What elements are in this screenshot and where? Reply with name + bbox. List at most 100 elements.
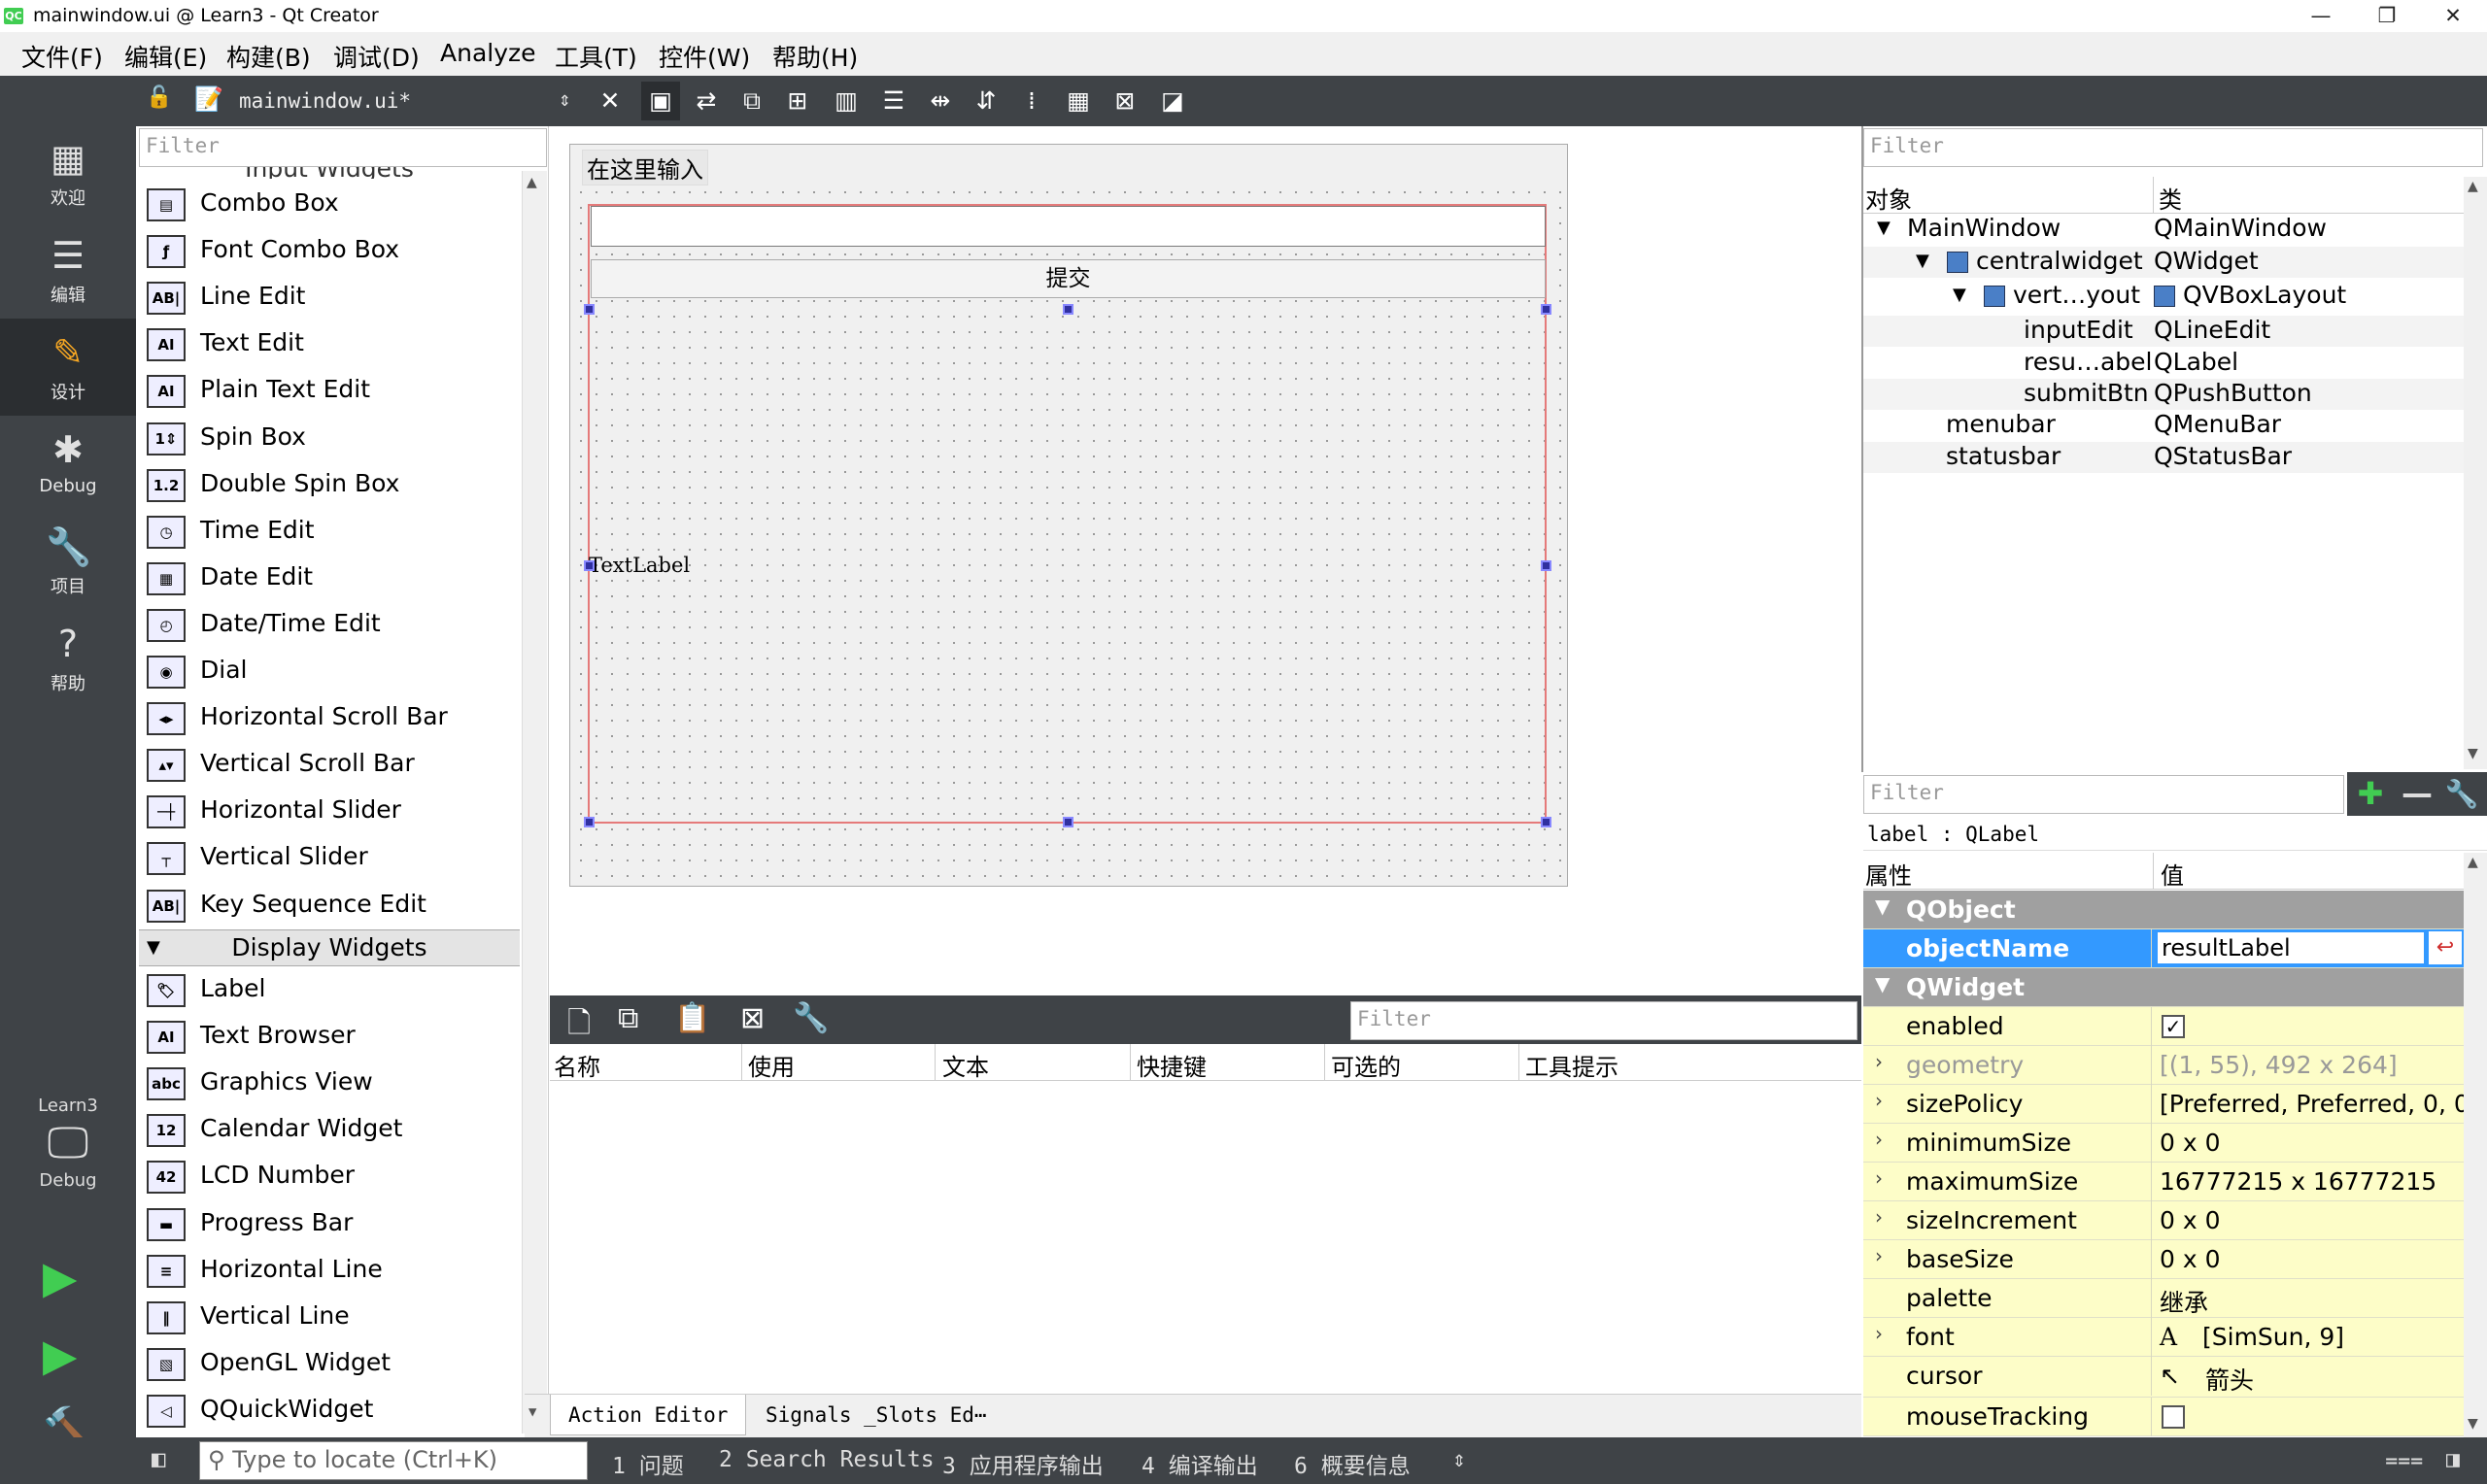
- locator-input[interactable]: ⚲ Type to locate (Ctrl+K): [199, 1441, 588, 1480]
- configure-icon[interactable]: 🔧: [793, 1001, 829, 1035]
- col-shortcut[interactable]: 快捷键: [1137, 1048, 1207, 1082]
- pane-application-output[interactable]: 3 应用程序输出: [942, 1447, 1104, 1480]
- input-edit[interactable]: [591, 206, 1546, 247]
- widget-item[interactable]: AI Text Browser: [141, 1013, 520, 1060]
- col-value[interactable]: 值: [2161, 857, 2184, 891]
- widget-item[interactable]: AI Plain Text Edit: [141, 367, 520, 414]
- widget-item[interactable]: ▧ OpenGL Widget: [141, 1340, 520, 1387]
- minimize-button[interactable]: —: [2288, 0, 2354, 32]
- resize-handle[interactable]: [584, 304, 595, 315]
- pane-compile-output[interactable]: 4 编译输出: [1141, 1447, 1258, 1480]
- splitter-horizontal-icon[interactable]: ⇹: [921, 82, 960, 120]
- pane-issues[interactable]: 1 问题: [612, 1447, 684, 1480]
- toggle-sidebar-icon[interactable]: ◧: [152, 1445, 165, 1472]
- prop-geometry[interactable]: › geometry [(1, 55), 492 x 264]: [1863, 1046, 2464, 1085]
- menu-file[interactable]: 文件(F): [21, 39, 103, 74]
- pane-general-messages[interactable]: 6 概要信息: [1294, 1447, 1411, 1480]
- prop-minimumsize[interactable]: › minimumSize 0 x 0: [1863, 1124, 2464, 1163]
- break-layout-icon[interactable]: ⊠: [1106, 82, 1144, 120]
- prop-cursor[interactable]: cursor ↖ 箭头: [1863, 1357, 2464, 1398]
- run-button[interactable]: ▶: [43, 1251, 77, 1303]
- category-display-widgets[interactable]: ▼ Display Widgets: [139, 929, 520, 966]
- resize-handle[interactable]: [1541, 817, 1551, 827]
- edit-tab-order-icon[interactable]: ⊞: [778, 82, 817, 120]
- debug-run-button[interactable]: ▶: [43, 1329, 77, 1381]
- property-scrollbar[interactable]: ▲ ▼: [2464, 853, 2487, 1437]
- mode-design[interactable]: ✎ 设计: [0, 319, 136, 416]
- resize-handle[interactable]: [1541, 304, 1551, 315]
- resize-handle[interactable]: [1063, 304, 1073, 315]
- col-used[interactable]: 使用: [748, 1048, 795, 1082]
- menu-tools[interactable]: 工具(T): [555, 39, 637, 74]
- toggle-right-sidebar-icon[interactable]: ◨: [2446, 1447, 2460, 1472]
- mode-welcome[interactable]: ▦ 欢迎: [0, 124, 136, 221]
- col-checkable[interactable]: 可选的: [1331, 1048, 1401, 1082]
- layout-horizontal-icon[interactable]: ▥: [827, 82, 866, 120]
- tab-signals-slots[interactable]: Signals _Slots Ed⋯: [748, 1395, 1005, 1435]
- resize-handle[interactable]: [584, 817, 595, 827]
- mode-debug[interactable]: ✱ Debug: [0, 416, 136, 513]
- pane-search-results[interactable]: 2 Search Results: [719, 1447, 935, 1472]
- tree-row-vertical-layout[interactable]: ▼ vert…yout QVBoxLayout: [1863, 281, 2464, 312]
- kit-selector[interactable]: Learn3 🖵 Debug: [0, 1086, 136, 1231]
- widget-item[interactable]: ◂▸ Horizontal Scroll Bar: [141, 694, 520, 741]
- widget-item[interactable]: ◴ Date/Time Edit: [141, 601, 520, 648]
- configure-icon[interactable]: 🔧: [2440, 772, 2483, 816]
- add-property-icon[interactable]: ✚: [2349, 772, 2392, 816]
- layout-grid-icon[interactable]: ▦: [1059, 82, 1098, 120]
- menu-widgets[interactable]: 控件(W): [659, 39, 750, 74]
- prop-basesize[interactable]: › baseSize 0 x 0: [1863, 1240, 2464, 1279]
- restore-button[interactable]: ❐: [2354, 0, 2420, 32]
- mode-help[interactable]: ? 帮助: [0, 610, 136, 707]
- action-table-body[interactable]: [550, 1081, 1861, 1394]
- group-qobject[interactable]: ▼ QObject: [1863, 891, 2464, 929]
- menu-help[interactable]: 帮助(H): [772, 39, 858, 74]
- col-class[interactable]: 类: [2151, 181, 2182, 215]
- widget-item[interactable]: ▦ Date Edit: [141, 555, 520, 601]
- form-menubar[interactable]: 在这里输入: [570, 146, 1567, 186]
- delete-action-icon[interactable]: ⊠: [740, 1001, 765, 1035]
- widget-item[interactable]: ‖ Vertical Line: [141, 1294, 520, 1340]
- paste-action-icon[interactable]: 📋: [674, 1001, 710, 1035]
- menu-analyze[interactable]: Analyze: [440, 39, 536, 67]
- widget-item[interactable]: ◁ QQuickWidget: [141, 1387, 520, 1433]
- widget-item[interactable]: ƒ Font Combo Box: [141, 227, 520, 274]
- edit-buddies-icon[interactable]: ⧉: [732, 82, 771, 120]
- edit-signals-icon[interactable]: ⇄: [687, 82, 726, 120]
- enabled-checkbox[interactable]: ✓: [2162, 1015, 2185, 1038]
- widget-item[interactable]: ▴▾ Vertical Scroll Bar: [141, 741, 520, 788]
- col-name[interactable]: 名称: [554, 1048, 600, 1082]
- progress-icon[interactable]: ⩶: [2385, 1447, 2423, 1472]
- tab-action-editor[interactable]: Action Editor: [550, 1395, 747, 1435]
- category-input-widgets[interactable]: Input Widgets: [139, 167, 520, 179]
- tree-row-menubar[interactable]: menubar QMenuBar: [1863, 410, 2464, 441]
- tree-row-inputedit[interactable]: inputEdit QLineEdit: [1863, 316, 2464, 347]
- prop-maximumsize[interactable]: › maximumSize 16777215 x 16777215: [1863, 1163, 2464, 1201]
- tree-row-statusbar[interactable]: statusbar QStatusBar: [1863, 442, 2464, 473]
- widget-filter-input[interactable]: Filter: [139, 128, 547, 167]
- layout-form-icon[interactable]: ⁞: [1012, 82, 1051, 120]
- layout-vertical-icon[interactable]: ☰: [874, 82, 913, 120]
- widget-item[interactable]: ▬ Progress Bar: [141, 1200, 520, 1247]
- action-filter-input[interactable]: Filter: [1350, 1001, 1857, 1040]
- widget-box-scrollbar[interactable]: ▲ ▼: [522, 171, 547, 1433]
- widget-item[interactable]: AB| Line Edit: [141, 274, 520, 320]
- copy-action-icon[interactable]: ⧉: [618, 1001, 638, 1035]
- menu-debug[interactable]: 调试(D): [333, 39, 420, 74]
- document-selector[interactable]: 📝 mainwindow.ui* ⇕: [185, 82, 588, 120]
- tree-row-mainwindow[interactable]: ▼ MainWindow QMainWindow: [1863, 214, 2464, 245]
- mode-edit[interactable]: ☰ 编辑: [0, 221, 136, 319]
- adjust-size-icon[interactable]: ◪: [1153, 82, 1192, 120]
- prop-sizepolicy[interactable]: › sizePolicy [Preferred, Preferred, 0, 0…: [1863, 1085, 2479, 1124]
- tree-row-centralwidget[interactable]: ▼ centralwidget QWidget: [1863, 247, 2464, 278]
- close-document-button[interactable]: ✕: [591, 82, 630, 120]
- result-label[interactable]: TextLabel: [589, 554, 690, 577]
- resize-handle[interactable]: [1541, 560, 1551, 571]
- menu-edit[interactable]: 编辑(E): [124, 39, 207, 74]
- widget-item[interactable]: abc Graphics View: [141, 1060, 520, 1106]
- mode-projects[interactable]: 🔧 项目: [0, 513, 136, 610]
- prop-sizeincrement[interactable]: › sizeIncrement 0 x 0: [1863, 1201, 2464, 1240]
- widget-item[interactable]: ◉ Dial: [141, 648, 520, 694]
- edit-widgets-icon[interactable]: ▣: [641, 82, 680, 120]
- widget-item[interactable]: 1⇕ Spin Box: [141, 415, 520, 461]
